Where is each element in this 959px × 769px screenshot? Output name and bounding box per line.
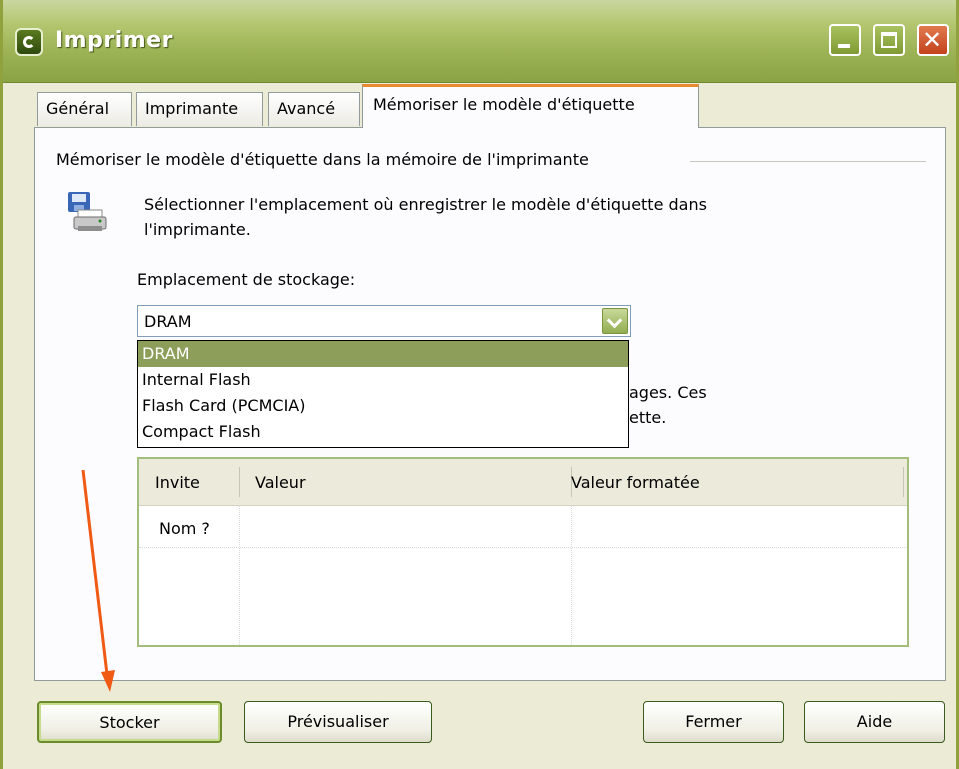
annotation-arrow-icon (81, 469, 115, 692)
